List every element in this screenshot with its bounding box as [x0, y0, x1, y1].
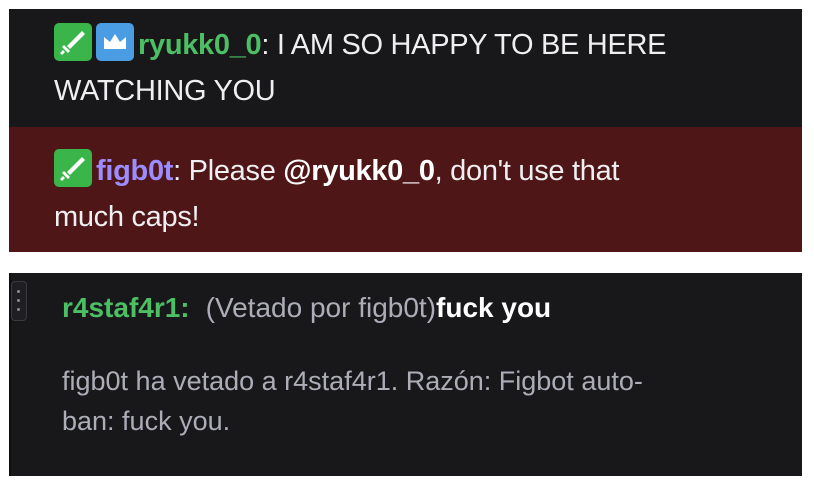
mention[interactable]: @ryukk0_0	[283, 155, 435, 187]
username[interactable]: ryukk0_0	[138, 29, 262, 61]
system-message: figb0t ha vetado a r4staf4r1. Razón: Fig…	[62, 361, 762, 441]
chat-message-line: ryukk0_0: I AM SO HAPPY TO BE HERE	[54, 23, 774, 63]
message-text-continued: much caps!	[54, 201, 200, 233]
chat-message: ryukk0_0: I AM SO HAPPY TO BE HERE WATCH…	[9, 9, 802, 127]
system-message-line: figb0t ha vetado a r4staf4r1. Razón: Fig…	[62, 366, 643, 396]
chat-panel-top: ryukk0_0: I AM SO HAPPY TO BE HERE WATCH…	[9, 9, 802, 252]
system-message-line: ban: fuck you.	[62, 406, 231, 436]
drag-handle-icon[interactable]	[11, 281, 27, 321]
separator: :	[261, 29, 270, 61]
message-text-continued: WATCHING YOU	[54, 75, 276, 107]
chat-message-line: figb0t: Please @ryukk0_0, don't use that	[54, 149, 784, 189]
chat-panel-bottom: r4staf4r1: (Vetado por figb0t)fuck you fi…	[9, 273, 802, 476]
highlighted-chat-message: figb0t: Please @ryukk0_0, don't use that…	[9, 127, 802, 252]
message-text: I AM SO HAPPY TO BE HERE	[269, 29, 667, 61]
message-text: Please	[180, 155, 284, 187]
banned-message: r4staf4r1: (Vetado por figb0t)fuck you	[62, 291, 551, 325]
crown-icon[interactable]	[96, 23, 134, 61]
ban-note: (Vetado por figb0t)	[205, 292, 437, 323]
username[interactable]: r4staf4r1:	[62, 292, 190, 323]
sword-icon[interactable]	[54, 149, 92, 187]
message-text: fuck you	[436, 292, 552, 323]
sword-icon[interactable]	[54, 23, 92, 61]
username[interactable]: figb0t	[96, 155, 173, 187]
separator: :	[173, 155, 181, 187]
message-text: , don't use that	[434, 155, 620, 187]
